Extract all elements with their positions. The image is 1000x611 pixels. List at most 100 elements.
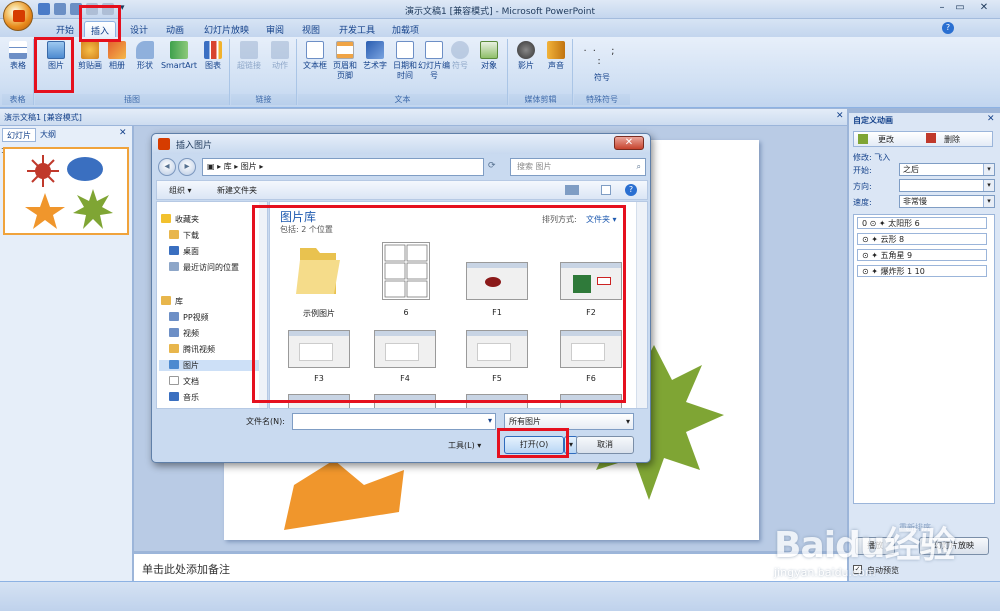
datetime-button[interactable]: 日期和时间 <box>390 41 420 81</box>
tab-outline[interactable]: 大纲 <box>40 129 56 140</box>
recent-places-icon <box>169 262 179 271</box>
speaker-icon <box>547 41 565 59</box>
object-button[interactable]: 对象 <box>474 41 504 71</box>
tab-slides[interactable]: 幻灯片 <box>2 128 36 142</box>
tab-review[interactable]: 审阅 <box>260 21 290 37</box>
slide-thumbnail[interactable] <box>3 147 129 235</box>
clipart-button[interactable]: 剪贴画 <box>73 41 107 71</box>
new-folder-button[interactable]: 新建文件夹 <box>217 185 257 196</box>
forward-arrow-icon[interactable]: ▸ <box>178 158 196 176</box>
dialog-bottom: 文件名(N): ▾ 所有图片 ▾ 工具(L) ▾ 打开(O) ▾ 取消 <box>156 410 648 462</box>
start-dropdown[interactable]: 之后 ▾ <box>899 163 995 176</box>
smartart-button[interactable]: SmartArt <box>159 41 199 71</box>
preview-pane-icon[interactable] <box>601 185 611 195</box>
download-folder-icon <box>169 230 179 239</box>
nav-documents[interactable]: 文档 <box>169 376 199 387</box>
search-icon: ⌕ <box>636 162 641 171</box>
highlight-file-list <box>252 205 626 403</box>
group-label-special: 特殊符号 <box>574 94 630 105</box>
nav-libraries[interactable]: 库 <box>161 296 183 307</box>
calendar-icon <box>396 41 414 59</box>
help-icon[interactable]: ? <box>942 22 954 34</box>
filename-label: 文件名(N): <box>246 417 285 426</box>
star-shape <box>284 460 404 530</box>
wordart-button[interactable]: 艺术字 <box>360 41 390 71</box>
help-icon[interactable]: ? <box>625 184 637 196</box>
chevron-down-icon: ▾ <box>983 164 994 175</box>
content-scrollbar[interactable] <box>636 202 647 408</box>
cancel-button[interactable]: 取消 <box>576 436 634 454</box>
watermark-url: jingyan.baidu.com <box>774 566 876 579</box>
direction-label: 方向: <box>853 182 872 191</box>
table-button[interactable]: 表格 <box>4 41 32 71</box>
tab-slideshow[interactable]: 幻灯片放映 <box>198 21 255 37</box>
slides-panel: 幻灯片 大纲 ✕ 1 <box>0 126 133 581</box>
desktop-icon <box>169 246 179 255</box>
document-close-icon[interactable]: ✕ <box>836 111 844 121</box>
group-special-symbols: ·· ; : 符号 特殊符号 <box>574 39 630 105</box>
direction-dropdown[interactable]: ▾ <box>899 179 995 192</box>
back-arrow-icon[interactable]: ◂ <box>158 158 176 176</box>
filename-input[interactable]: ▾ <box>292 413 496 430</box>
dialog-close-button[interactable]: ✕ <box>614 136 644 150</box>
tools-dropdown[interactable]: 工具(L) ▾ <box>448 440 481 451</box>
nav-tencent-video[interactable]: 腾讯视频 <box>169 344 215 355</box>
refresh-icon[interactable]: ⟳ <box>488 161 496 171</box>
tab-addins[interactable]: 加载项 <box>386 21 425 37</box>
nav-recent[interactable]: 最近访问的位置 <box>169 262 239 273</box>
chart-button[interactable]: 图表 <box>199 41 227 71</box>
document-tab[interactable]: 演示文稿1 [兼容模式] <box>4 112 82 123</box>
dialog-title: 插入图片 <box>152 134 650 154</box>
notes-pane[interactable]: 单击此处添加备注 <box>134 553 847 581</box>
tab-view[interactable]: 视图 <box>296 21 326 37</box>
special-symbol-button[interactable]: 符号 <box>578 73 626 83</box>
hyperlink-button[interactable]: 超链接 <box>233 41 265 71</box>
tab-animation[interactable]: 动画 <box>160 21 190 37</box>
movie-button[interactable]: 影片 <box>511 41 541 71</box>
tab-developer[interactable]: 开发工具 <box>333 21 381 37</box>
header-footer-button[interactable]: 页眉和页脚 <box>330 41 360 81</box>
nav-pictures[interactable]: 图片 <box>159 360 263 371</box>
shapes-button[interactable]: 形状 <box>131 41 159 71</box>
close-button[interactable]: ✕ <box>976 2 992 15</box>
change-effect-button[interactable]: 更改 <box>878 134 894 145</box>
animation-item[interactable]: 0 ⊙ ✦ 太阳形 6 <box>857 217 987 229</box>
star-add-icon <box>858 134 868 144</box>
pane-close-icon[interactable]: ✕ <box>987 114 995 124</box>
slide-number-button[interactable]: 幻灯片编号 <box>418 41 450 81</box>
textbox-button[interactable]: 文本框 <box>300 41 330 71</box>
sound-button[interactable]: 声音 <box>541 41 571 71</box>
symbol-button[interactable]: 符号 <box>448 41 472 71</box>
watermark-text: Baidu经验 <box>774 525 955 566</box>
panel-close-icon[interactable]: ✕ <box>119 128 127 138</box>
music-icon <box>169 392 179 401</box>
maximize-button[interactable]: ▭ <box>952 2 968 15</box>
speed-dropdown[interactable]: 非常慢 ▾ <box>899 195 995 208</box>
nav-favorites[interactable]: 收藏夹 <box>161 214 199 225</box>
pane-title: 自定义动画 <box>853 116 893 125</box>
chevron-down-icon: ▾ <box>983 180 994 191</box>
nav-video[interactable]: 视频 <box>169 328 199 339</box>
animation-item[interactable]: ⊙ ✦ 爆炸形 1 10 <box>857 265 987 277</box>
office-button[interactable] <box>3 1 33 31</box>
action-button[interactable]: 动作 <box>265 41 295 71</box>
nav-music[interactable]: 音乐 <box>169 392 199 403</box>
search-input[interactable]: 搜索 图片 ⌕ <box>510 158 646 176</box>
album-button[interactable]: 相册 <box>103 41 131 71</box>
chevron-down-icon: ▾ <box>487 416 492 425</box>
view-icon[interactable] <box>565 185 579 195</box>
organize-button[interactable]: 组织 ▾ <box>169 185 192 196</box>
address-bar[interactable]: ▣ ▸ 库 ▸ 图片 ▸ <box>202 158 484 176</box>
nav-desktop[interactable]: 桌面 <box>169 246 199 257</box>
slide-number-icon <box>425 41 443 59</box>
tab-home[interactable]: 开始 <box>50 21 80 37</box>
delete-effect-button[interactable]: 删除 <box>944 134 960 145</box>
nav-downloads[interactable]: 下载 <box>169 230 199 241</box>
group-label-links: 链接 <box>231 94 296 105</box>
animation-item[interactable]: ⊙ ✦ 五角星 9 <box>857 249 987 261</box>
minimize-button[interactable]: – <box>934 2 950 15</box>
table-icon <box>9 41 27 59</box>
animation-item[interactable]: ⊙ ✦ 云形 8 <box>857 233 987 245</box>
tab-design[interactable]: 设计 <box>124 21 154 37</box>
nav-pp-video[interactable]: PP视频 <box>169 312 209 323</box>
